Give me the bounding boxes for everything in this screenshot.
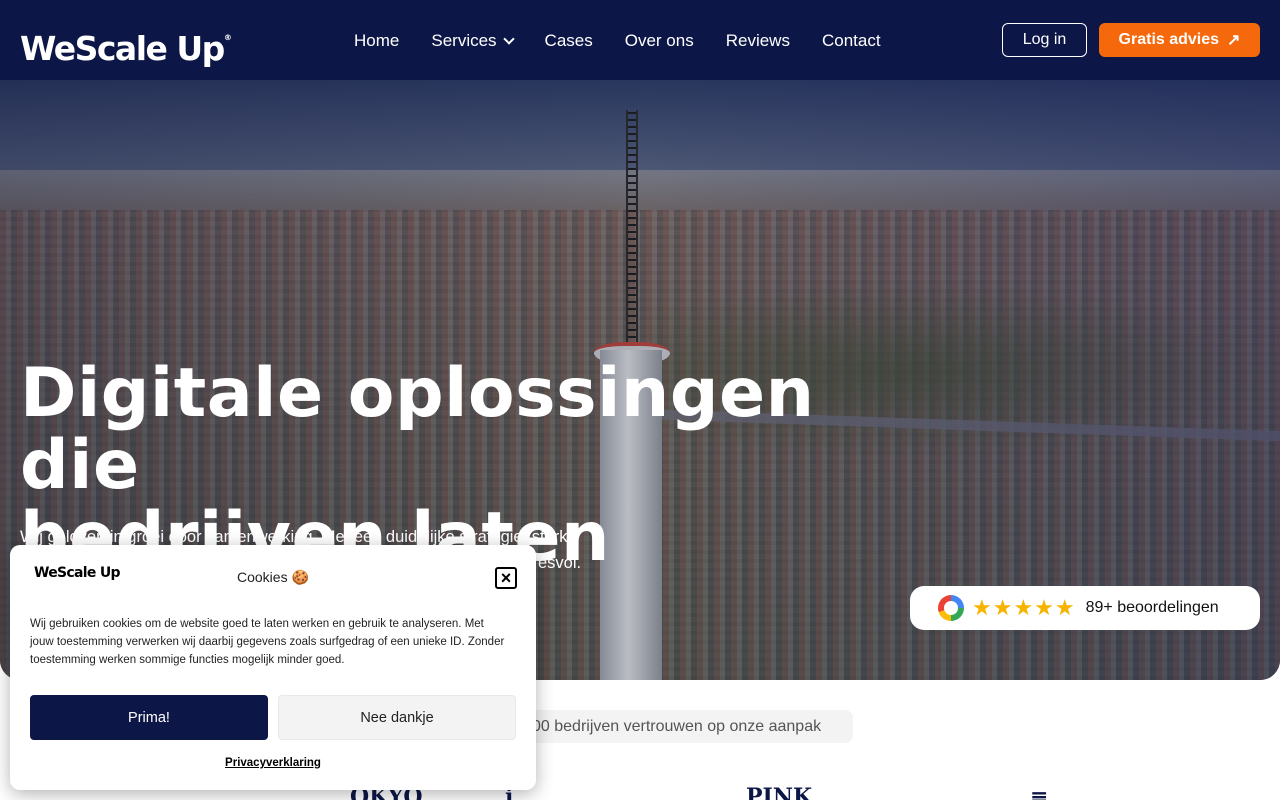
- nav-services[interactable]: Services: [431, 30, 515, 52]
- site-header: WeScale Up® Home Services Cases Over ons…: [0, 0, 1280, 80]
- nav-services-label: Services: [431, 31, 497, 50]
- nav-cases[interactable]: Cases: [545, 30, 593, 52]
- hero-subtitle-line1: Wij geloven in groei door samenwerking. …: [20, 528, 577, 546]
- cookie-dialog-text: Wij gebruiken cookies om de website goed…: [30, 618, 505, 666]
- chevron-down-icon: [502, 32, 515, 45]
- nav-contact[interactable]: Contact: [822, 30, 881, 52]
- gratis-advies-label: Gratis advies: [1118, 31, 1220, 48]
- google-icon: [938, 595, 964, 621]
- login-button[interactable]: Log in: [1002, 23, 1087, 57]
- gratis-advies-button[interactable]: Gratis advies ↗: [1099, 23, 1260, 57]
- arrow-up-right-icon: ↗: [1227, 32, 1241, 49]
- star-rating-icons: ★★★★★: [972, 595, 1076, 620]
- nav-home[interactable]: Home: [354, 30, 399, 52]
- client-logo-pink: PINK: [746, 784, 813, 800]
- wescaleup-logo[interactable]: WeScale Up®: [20, 18, 232, 69]
- cookie-dialog-title: Cookies 🍪: [237, 569, 309, 585]
- nav-reviews[interactable]: Reviews: [726, 30, 790, 52]
- google-review-badge[interactable]: ★★★★★ 89+ beoordelingen: [910, 586, 1260, 630]
- accept-cookies-button[interactable]: Prima!: [30, 695, 268, 740]
- hero-title-line1: Digitale oplossingen die: [20, 354, 815, 505]
- trust-pill: 00 bedrijven vertrouwen op onze aanpak: [520, 710, 853, 743]
- decline-cookies-button[interactable]: Nee dankje: [278, 695, 516, 740]
- privacy-statement-link[interactable]: Privacyverklaring: [10, 757, 536, 769]
- close-icon[interactable]: ×: [495, 567, 517, 589]
- review-count: 89+ beoordelingen: [1085, 599, 1219, 616]
- logo-registered-mark: ®: [223, 33, 232, 42]
- client-logo-emblem: ≡: [1030, 784, 1049, 800]
- nav-over-ons[interactable]: Over ons: [625, 30, 694, 52]
- cookie-dialog-logo: WeScale Up: [34, 565, 121, 581]
- logo-text: WeScale Up: [20, 29, 225, 68]
- main-nav: Home Services Cases Over ons Reviews Con…: [354, 30, 881, 52]
- cookie-consent-dialog: WeScale Up Cookies 🍪 × Wij gebruiken coo…: [10, 545, 536, 790]
